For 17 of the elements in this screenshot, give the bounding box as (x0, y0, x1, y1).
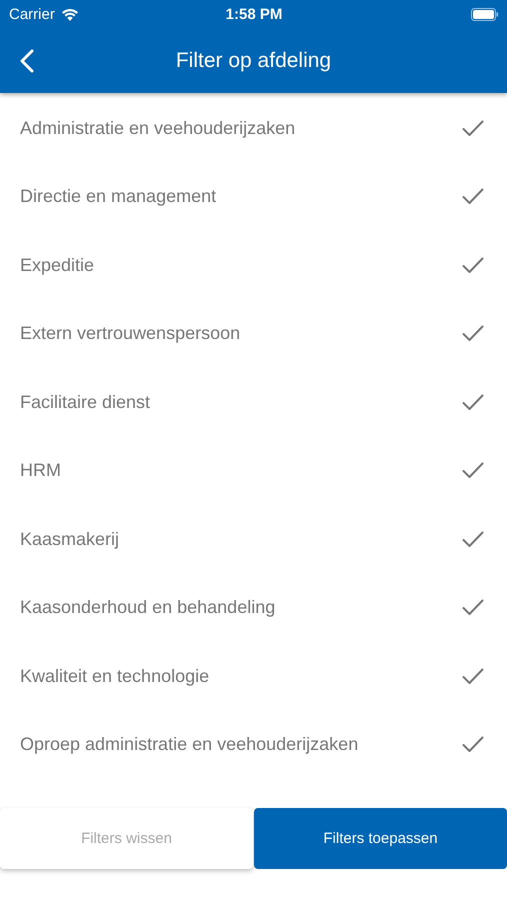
department-name: Kaasmakerij (20, 528, 120, 550)
apply-filters-button[interactable]: Filters toepassen (254, 808, 507, 869)
status-time: 1:58 PM (226, 6, 282, 22)
department-name: Administratie en veehouderijzaken (20, 118, 296, 139)
department-name: Extern vertrouwenspersoon (20, 323, 240, 344)
department-name: HRM (20, 460, 61, 482)
department-name: Expeditie (20, 254, 94, 276)
department-name: Directie en management (20, 186, 216, 208)
carrier-label: Carrier (9, 6, 55, 22)
screen-title: Filter op afdeling (176, 48, 332, 72)
department-name: Kaasonderhoud en behandeling (20, 597, 276, 618)
department-name: Oproep administratie en veehouderijzaken (20, 734, 358, 756)
department-name: Facilitaire dienst (20, 392, 150, 413)
department-name: Kwaliteit en technologie (20, 666, 210, 687)
back-icon[interactable] (20, 49, 34, 73)
wifi-icon (60, 8, 79, 20)
battery-icon (470, 8, 499, 20)
